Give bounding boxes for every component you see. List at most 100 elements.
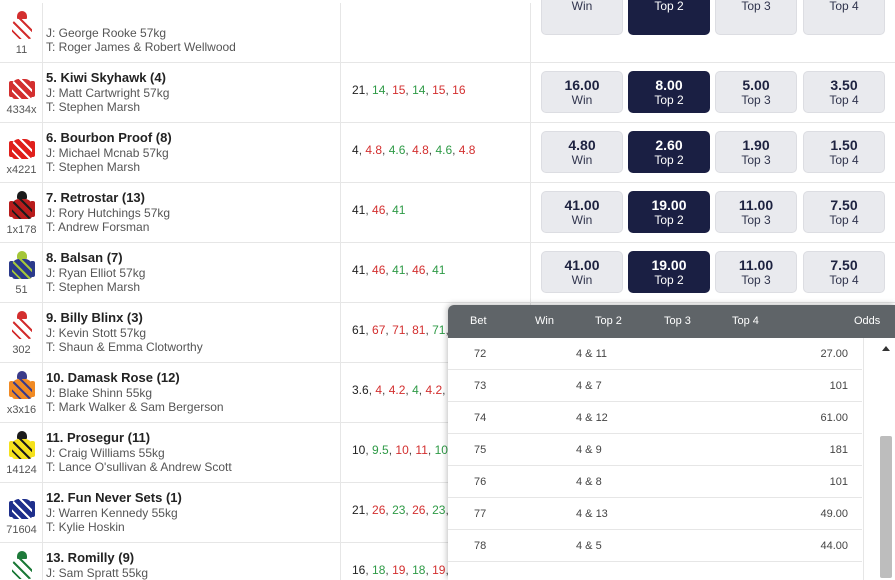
runner-name[interactable]: 8. Balsan (7) [46,250,123,265]
trainer-name: T: Mark Walker & Sam Bergerson [46,400,224,414]
scroll-thumb[interactable] [880,436,892,578]
odds-button-top4[interactable]: 1.50 Top 4 [803,131,885,173]
jockey-name: J: Blake Shinn 55kg [46,386,153,400]
odds-button-win[interactable]: 41.00 Win [541,251,623,293]
price-separator: , [452,143,459,157]
trainer-name: T: Stephen Marsh [46,280,141,294]
odds-label: Top 3 [741,273,771,287]
price-value: 41 [352,263,366,277]
odds-button-top2[interactable]: 2.60 Top 2 [628,131,710,173]
column-divider [42,303,43,363]
silk-cell: 302 [0,303,43,363]
bet-row[interactable]: 77 4 & 13 49.00 [448,498,862,530]
odds-button-win[interactable]: 4.80 Win [541,131,623,173]
price-value: 61 [352,323,366,337]
silk-cell: x3x16 [0,363,43,423]
odds-button-top4[interactable]: 7.50 Top 4 [803,191,885,233]
bet-selection: 4 & 11 [576,348,607,360]
runner-name[interactable]: 12. Fun Never Sets (1) [46,490,182,505]
odds-label: Top 3 [741,93,771,107]
silk-body [12,259,32,279]
price-value: 11 [415,443,428,457]
column-divider [340,543,341,580]
column-divider [530,63,531,123]
bet-row[interactable]: 72 4 & 11 27.00 [448,338,862,370]
odds-button-top3[interactable]: 5.00 Top 3 [715,71,797,113]
odds-value: 1.90 [742,137,770,153]
odds-button-top2[interactable]: 19.00 Top 2 [628,191,710,233]
bet-selection: 4 & 12 [576,412,608,424]
price-value: 26 [372,503,386,517]
price-value: 10 [352,443,366,457]
price-fluctuations: 41, 46, 41, 46, 41 [352,263,445,277]
exotic-bets-panel: Bet Win Top 2 Top 3 Top 4 Odds 72 4 & 11 2… [448,305,895,580]
price-value: 18 [372,563,386,577]
odds-button-top2[interactable]: 8.00 Top 2 [628,71,710,113]
odds-value: 1.50 [830,137,858,153]
silk-cap [17,431,27,439]
odds-button-top2[interactable]: Top 2 [628,0,710,35]
odds-label: Top 2 [654,213,684,227]
runner-name[interactable]: 13. Romilly (9) [46,550,134,565]
price-value: 19 [432,563,446,577]
price-value: 67 [372,323,386,337]
jockey-name: J: Matt Cartwright 57kg [46,86,170,100]
odds-button-top3[interactable]: 11.00 Top 3 [715,191,797,233]
form-figures: 4334x [6,104,37,116]
odds-button-top2[interactable]: 19.00 Top 2 [628,251,710,293]
column-divider [42,483,43,543]
bet-number: 76 [474,476,487,488]
price-value: 10 [395,443,409,457]
price-value: 4.2 [425,383,443,397]
price-value: 4.6 [388,143,406,157]
bet-odds: 61.00 [820,412,848,424]
silk-cell: 51 [0,243,43,303]
runner-row[interactable]: 4334x 5. Kiwi Skyhawk (4) J: Matt Cartwrig… [0,63,895,123]
column-divider [42,123,43,183]
odds-button-win[interactable]: 16.00 Win [541,71,623,113]
bet-row[interactable]: 76 4 & 8 101 [448,466,862,498]
odds-button-top3[interactable]: 1.90 Top 3 [715,131,797,173]
odds-button-top4[interactable]: 7.50 Top 4 [803,251,885,293]
runner-name[interactable]: 7. Retrostar (13) [46,190,145,205]
column-divider [42,243,43,303]
odds-button-win[interactable]: Win [541,0,623,35]
runner-row[interactable]: 51 8. Balsan (7) J: Ryan Elliot 57kg T: Ste… [0,243,895,303]
scroll-up-icon[interactable] [882,346,890,351]
price-value: 41 [392,203,406,217]
runner-row[interactable]: 1x178 7. Retrostar (13) J: Rory Hutchings … [0,183,895,243]
price-value: 4.2 [388,383,406,397]
runner-name[interactable]: 11. Prosegur (11) [46,430,150,445]
jockey-name: J: Rory Hutchings 57kg [46,206,171,220]
odds-label: Win [571,153,593,167]
price-value: 3.6 [352,383,369,397]
price-value: 71 [432,323,446,337]
jockey-silk-icon [9,551,35,580]
odds-button-top4[interactable]: 3.50 Top 4 [803,71,885,113]
trainer-name: T: Shaun & Emma Clotworthy [46,340,203,354]
bet-row[interactable]: 74 4 & 12 61.00 [448,402,862,434]
odds-button-top3[interactable]: Top 3 [715,0,797,35]
bet-row[interactable]: 73 4 & 7 101 [448,370,862,402]
odds-button-top4[interactable]: Top 4 [803,0,885,35]
price-value: 14 [412,83,426,97]
price-separator: , [382,383,389,397]
runner-row[interactable]: x4221 6. Bourbon Proof (8) J: Michael Mcna… [0,123,895,183]
runner-name[interactable]: 10. Damask Rose (12) [46,370,180,385]
runner-name[interactable]: 9. Billy Blinx (3) [46,310,143,325]
odds-button-top3[interactable]: 11.00 Top 3 [715,251,797,293]
bet-row[interactable]: 78 4 & 5 44.00 [448,530,862,562]
bets-scrollbar[interactable] [863,338,895,580]
odds-button-win[interactable]: 41.00 Win [541,191,623,233]
runner-name[interactable]: 6. Bourbon Proof (8) [46,130,172,145]
price-value: 46 [412,263,426,277]
form-figures: 1x178 [6,224,37,236]
runner-row[interactable]: 11 J: George Rooke 57kg T: Roger James & R… [0,0,895,63]
bet-number: 72 [474,348,487,360]
column-divider [530,183,531,243]
odds-label: Top 4 [829,273,859,287]
column-divider [340,63,341,123]
trainer-name: T: Lance O'sullivan & Andrew Scott [46,460,232,474]
runner-name[interactable]: 5. Kiwi Skyhawk (4) [46,70,166,85]
bet-row[interactable]: 75 4 & 9 181 [448,434,862,466]
